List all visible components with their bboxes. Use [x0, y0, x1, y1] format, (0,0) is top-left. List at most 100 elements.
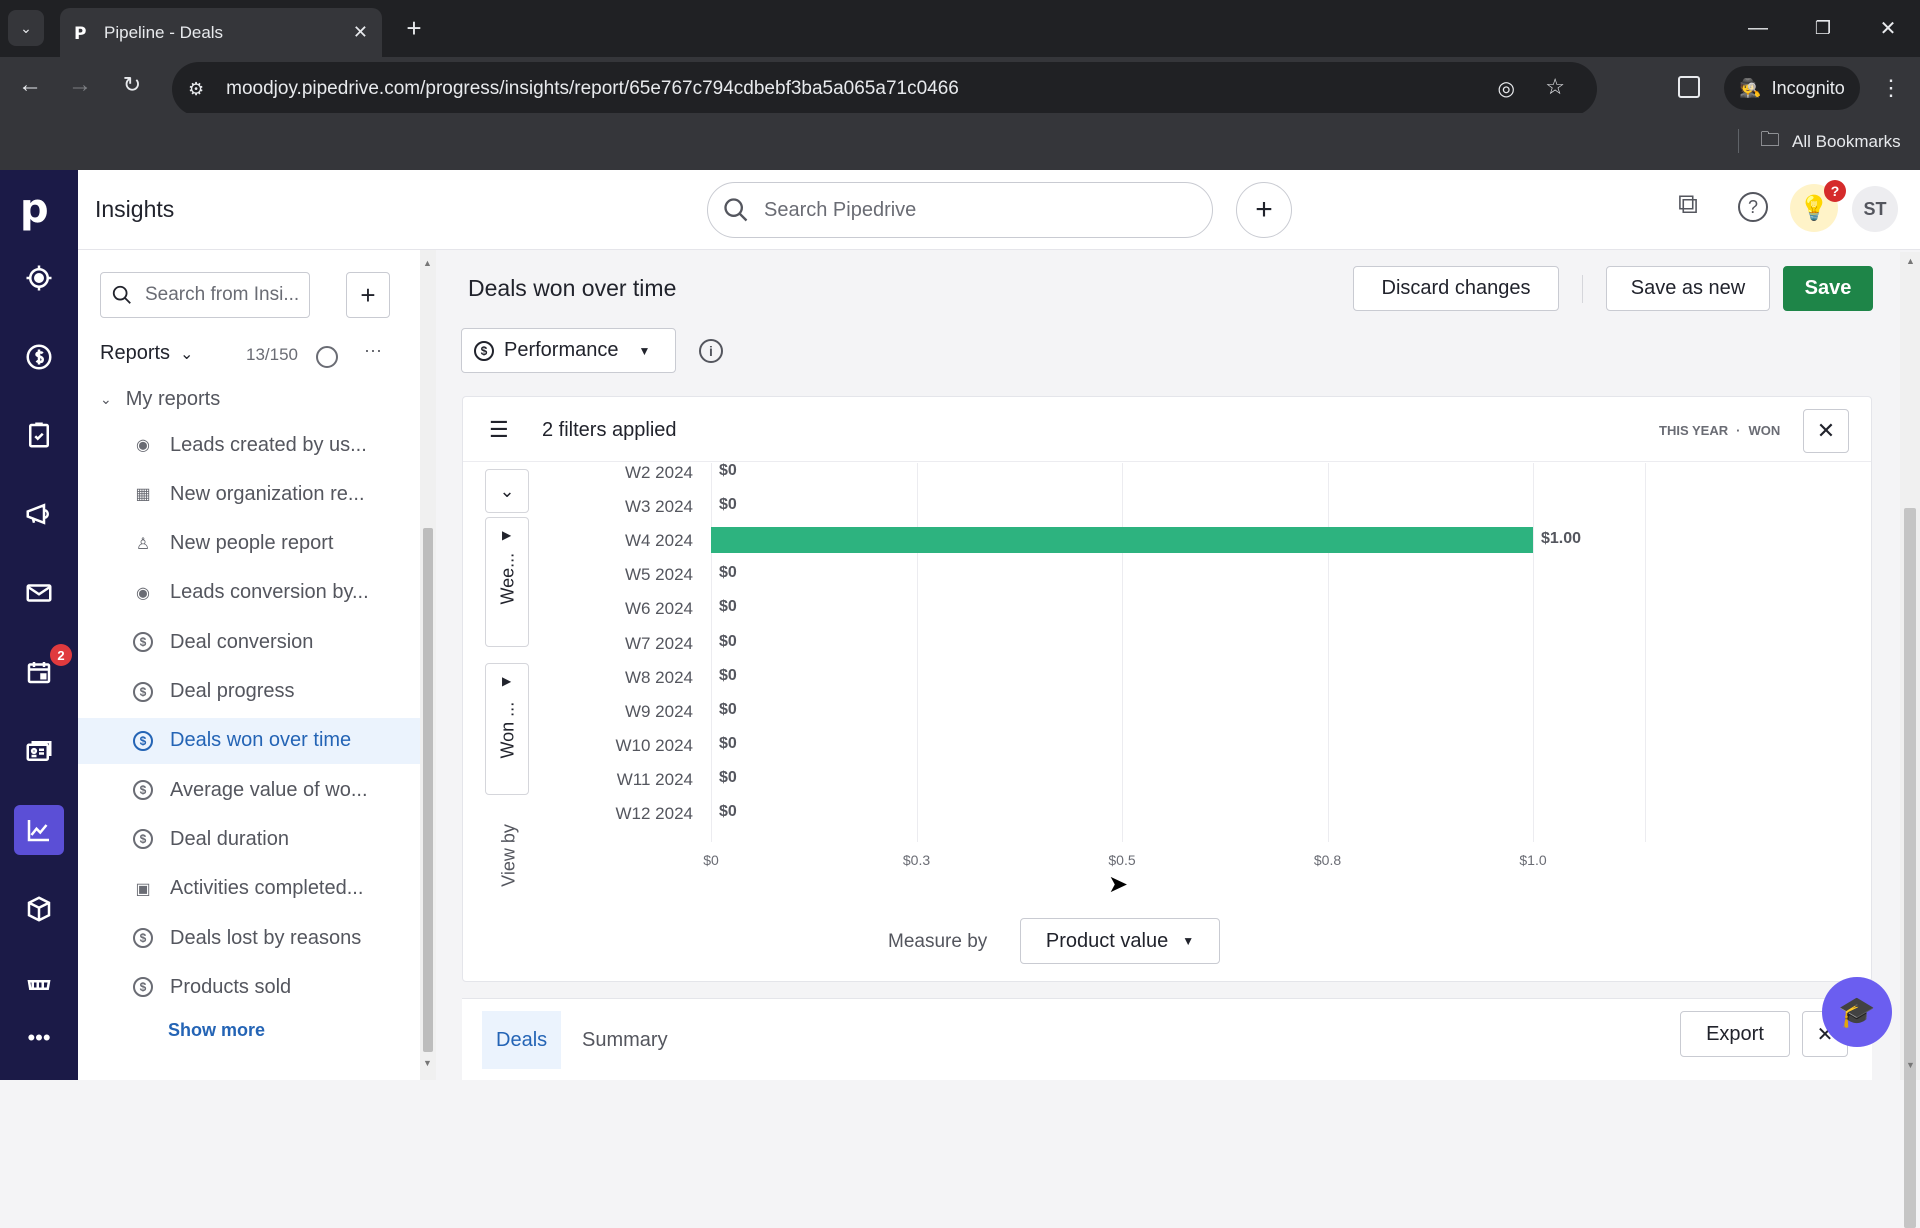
tab-deals[interactable]: Deals: [482, 1011, 562, 1069]
x-tick-label: $0: [703, 852, 719, 869]
measure-by-dropdown[interactable]: Product value ▼: [1020, 918, 1220, 964]
bar-value-label: $0: [719, 598, 737, 616]
close-window-button[interactable]: ✕: [1870, 10, 1906, 46]
export-button[interactable]: Export: [1680, 1011, 1790, 1057]
sidebar-search-input[interactable]: Search from Insi...: [100, 272, 310, 318]
sidebar-item-activities-completed[interactable]: ▣ Activities completed...: [78, 866, 420, 912]
info-icon[interactable]: [316, 346, 338, 368]
folder-icon: 🗀: [1760, 129, 1780, 151]
nav-campaigns[interactable]: [14, 489, 64, 539]
bar[interactable]: [711, 527, 1533, 554]
back-icon[interactable]: ←: [12, 67, 48, 103]
add-report-button[interactable]: +: [346, 272, 390, 318]
sidebar-item-leads-created-by-us[interactable]: ◉ Leads created by us...: [78, 422, 420, 468]
contact-card-icon: [26, 741, 52, 761]
nav-contacts[interactable]: [14, 726, 64, 776]
all-bookmarks-label: All Bookmarks: [1792, 132, 1901, 151]
main-scroll-thumb[interactable]: [1904, 508, 1916, 1228]
show-more-link[interactable]: Show more: [168, 1020, 265, 1041]
sidebar-item-label: Products sold: [170, 975, 292, 998]
save-as-new-button[interactable]: Save as new: [1606, 266, 1770, 311]
sidebar-item-deal-progress[interactable]: $ Deal progress: [78, 669, 420, 715]
sidebar-item-deal-duration[interactable]: $ Deal duration: [78, 816, 420, 862]
person-icon: ♙: [135, 535, 151, 553]
main-scrollbar[interactable]: ▲ ▼: [1900, 252, 1920, 1228]
sidebar-item-average-value-of-wo[interactable]: $ Average value of wo...: [78, 767, 420, 813]
search-icon: [112, 285, 131, 304]
report-info-icon[interactable]: i: [699, 339, 723, 363]
sidebar-item-products-sold[interactable]: $ Products sold: [78, 964, 420, 1010]
target-icon: [26, 265, 52, 291]
close-tab-icon[interactable]: ✕: [353, 22, 368, 43]
report-type-dropdown[interactable]: $ Performance ▼: [461, 328, 676, 373]
sidebar-item-new-people-report[interactable]: ♙ New people report: [78, 521, 420, 567]
quick-add-button[interactable]: +: [1236, 182, 1292, 238]
bookmark-star-icon[interactable]: ☆: [1545, 74, 1565, 100]
tab-summary[interactable]: Summary: [574, 1011, 676, 1069]
pipedrive-logo[interactable]: p: [20, 186, 49, 232]
nav-products[interactable]: [14, 884, 64, 934]
mouse-cursor: ➤: [1108, 871, 1129, 898]
sidebar-item-label: New people report: [170, 532, 334, 555]
nav-more[interactable]: •••: [14, 1013, 64, 1063]
sidebar-item-deals-won-over-time[interactable]: $ Deals won over time: [78, 717, 420, 764]
extensions-puzzle-icon[interactable]: ⧉: [1678, 188, 1698, 221]
sidebar-item-leads-conversion-by[interactable]: ◉ Leads conversion by...: [78, 570, 420, 616]
sidebar-item-deal-conversion[interactable]: $ Deal conversion: [78, 619, 420, 665]
sidebar-scrollbar[interactable]: ▲ ▼: [420, 250, 436, 1080]
new-tab-button[interactable]: +: [396, 10, 432, 46]
nav-mail[interactable]: [14, 568, 64, 618]
sidebar-scroll-thumb[interactable]: [423, 528, 433, 1052]
save-button[interactable]: Save: [1783, 266, 1873, 311]
y-category-label: W11 2024: [616, 769, 693, 789]
nav-leads[interactable]: [14, 253, 64, 303]
minimize-button[interactable]: —: [1740, 10, 1776, 46]
reload-icon[interactable]: ↻: [114, 67, 150, 103]
sidebar-item-deals-lost-by-reasons[interactable]: $ Deals lost by reasons: [78, 915, 420, 961]
academy-help-button[interactable]: 🎓: [1822, 977, 1892, 1047]
tab-search-button[interactable]: ⌄: [8, 10, 44, 46]
my-reports-group[interactable]: ⌄ My reports: [100, 388, 220, 411]
forward-icon[interactable]: →: [62, 67, 98, 103]
user-avatar[interactable]: ST: [1852, 186, 1898, 232]
box-icon: [27, 896, 51, 922]
side-panel-icon[interactable]: [1678, 76, 1700, 98]
reports-label: Reports: [100, 342, 171, 364]
incognito-label: Incognito: [1771, 77, 1845, 98]
nav-insights[interactable]: [14, 805, 64, 855]
all-bookmarks-button[interactable]: 🗀 All Bookmarks: [1760, 125, 1901, 159]
sidebar-item-label: Leads conversion by...: [170, 581, 369, 604]
y-category-label: W6 2024: [624, 599, 693, 619]
tracking-eye-off-icon[interactable]: ◎: [1498, 76, 1515, 101]
nav-activities[interactable]: [14, 410, 64, 460]
address-bar[interactable]: ⚙ moodjoy.pipedrive.com/progress/insight…: [172, 62, 1597, 116]
reports-count: 13/150: [246, 345, 298, 364]
reports-sidebar: Search from Insi... + Reports ⌄ 13/150 ·…: [78, 250, 420, 1080]
dollar-icon: $: [132, 730, 154, 752]
my-reports-label: My reports: [125, 388, 221, 410]
global-search-placeholder: Search Pipedrive: [764, 198, 917, 221]
help-icon[interactable]: ?: [1738, 192, 1768, 222]
x-tick-label: $1.0: [1519, 852, 1547, 869]
discard-changes-button[interactable]: Discard changes: [1353, 266, 1559, 311]
dollar-icon: $: [132, 681, 154, 703]
filter-icon[interactable]: ☰: [489, 417, 509, 443]
browser-menu-icon[interactable]: ⋮: [1876, 70, 1906, 106]
filters-applied-label[interactable]: 2 filters applied: [542, 419, 677, 442]
more-options-icon[interactable]: ···: [364, 340, 382, 361]
global-search-input[interactable]: Search Pipedrive: [707, 182, 1213, 238]
y-category-label: W10 2024: [615, 735, 694, 755]
dollar-icon: $: [132, 631, 154, 653]
reports-dropdown[interactable]: Reports ⌄: [100, 342, 193, 365]
sidebar-item-label: Deals won over time: [170, 729, 352, 752]
nav-deals[interactable]: [14, 332, 64, 382]
bar-value-label: $1.00: [1541, 530, 1582, 548]
sidebar-item-new-organization-re[interactable]: ▦ New organization re...: [78, 471, 420, 517]
nav-marketplace[interactable]: [14, 960, 64, 1010]
restore-button[interactable]: ❐: [1805, 10, 1841, 46]
incognito-indicator[interactable]: 🕵 Incognito: [1724, 66, 1860, 110]
browser-tab[interactable]: P Pipeline - Deals ✕: [60, 8, 382, 57]
bookmarks-divider: [1738, 129, 1739, 153]
collapse-filters-button[interactable]: ✕: [1803, 409, 1849, 453]
site-info-icon[interactable]: ⚙: [188, 79, 204, 100]
